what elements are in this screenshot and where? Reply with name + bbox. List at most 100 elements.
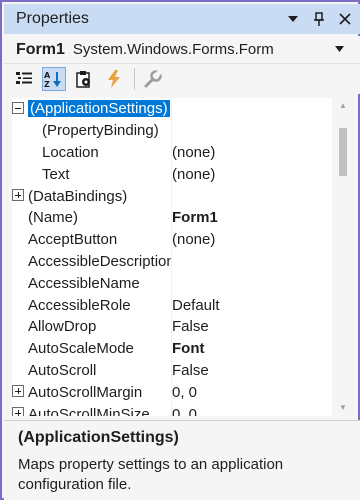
chevron-down-icon: [335, 46, 344, 52]
description-title: (ApplicationSettings): [18, 429, 179, 446]
description-pane: (ApplicationSettings) Maps property sett…: [4, 420, 360, 500]
property-row[interactable]: AutoScrollMargin 0, 0: [12, 381, 332, 404]
svg-text:A: A: [44, 71, 51, 80]
properties-button[interactable]: [72, 67, 96, 91]
property-name-label: AllowDrop: [28, 318, 97, 336]
property-value[interactable]: [171, 119, 332, 142]
property-name-label: AccessibleName: [28, 274, 140, 292]
property-name[interactable]: AutoScrollMargin: [28, 381, 172, 403]
property-name-label: (ApplicationSettings): [28, 100, 170, 118]
property-name-label: AccessibleDescription: [28, 252, 172, 270]
property-value[interactable]: 0, 0: [171, 403, 332, 416]
property-pages-button[interactable]: [141, 67, 165, 91]
categorized-button[interactable]: [12, 67, 36, 91]
property-toolbar: A Z: [4, 64, 360, 94]
property-name-label: Location: [42, 143, 99, 161]
alphabetical-button[interactable]: A Z: [42, 67, 66, 91]
expand-icon[interactable]: [12, 407, 24, 416]
scroll-down-icon[interactable]: ▼: [339, 404, 347, 412]
property-value[interactable]: [171, 185, 332, 207]
property-name-label: AutoScrollMinSize: [28, 405, 150, 416]
property-value[interactable]: False: [171, 315, 332, 338]
property-value[interactable]: (none): [171, 163, 332, 186]
properties-window: Properties Form1 System.Windows.Forms.Fo…: [0, 0, 360, 500]
property-row[interactable]: Text (none): [12, 163, 332, 186]
vertical-scrollbar[interactable]: ▲ ▼: [336, 98, 350, 416]
property-row[interactable]: AllowDrop False: [12, 315, 332, 338]
object-name: Form1: [16, 40, 65, 58]
property-name[interactable]: AccessibleName: [28, 272, 172, 294]
close-button[interactable]: [334, 8, 356, 30]
object-dropdown-arrow[interactable]: [335, 44, 344, 55]
property-row[interactable]: AccessibleRole Default: [12, 294, 332, 316]
property-name-label: (PropertyBinding): [42, 122, 159, 140]
property-value[interactable]: Default: [171, 294, 332, 316]
alphabetical-icon: A Z: [44, 71, 61, 88]
property-row[interactable]: (PropertyBinding): [12, 119, 332, 142]
title-bar[interactable]: Properties: [4, 4, 360, 34]
property-name[interactable]: AutoScroll: [28, 360, 172, 382]
property-value[interactable]: [171, 250, 332, 273]
toolbar-separator: [134, 68, 135, 90]
property-name[interactable]: AccessibleDescription: [28, 251, 172, 273]
property-name[interactable]: Text: [42, 163, 186, 185]
property-value[interactable]: Font: [171, 337, 332, 360]
property-name[interactable]: (Name): [28, 207, 172, 229]
property-row[interactable]: (DataBindings): [12, 185, 332, 207]
property-name[interactable]: (PropertyBinding): [42, 120, 186, 142]
chevron-down-icon: [288, 16, 298, 22]
property-name-label: AcceptButton: [28, 231, 118, 249]
property-row[interactable]: (Name) Form1: [12, 206, 332, 229]
property-name[interactable]: (DataBindings): [28, 185, 172, 207]
property-grid[interactable]: (ApplicationSettings) (PropertyBinding) Lo…: [12, 98, 332, 416]
property-row[interactable]: AutoScaleMode Font: [12, 337, 332, 360]
property-row[interactable]: Location (none): [12, 141, 332, 164]
property-name-label: Text: [42, 165, 70, 183]
property-name[interactable]: AllowDrop: [28, 316, 172, 338]
close-icon: [339, 13, 351, 25]
property-name-label: AutoScrollMargin: [28, 383, 143, 401]
pin-button[interactable]: [308, 8, 330, 30]
property-row[interactable]: AutoScroll False: [12, 359, 332, 382]
property-value[interactable]: 0, 0: [171, 381, 332, 404]
property-row[interactable]: AcceptButton (none): [12, 228, 332, 251]
window-title: Properties: [16, 10, 89, 27]
property-row[interactable]: AccessibleName: [12, 272, 332, 295]
property-name-label: (DataBindings): [28, 187, 128, 205]
expand-icon[interactable]: [12, 189, 24, 202]
expand-icon[interactable]: [12, 385, 24, 398]
property-value[interactable]: Form1: [171, 206, 332, 229]
property-name-label: (Name): [28, 209, 79, 227]
properties-icon: [76, 71, 90, 88]
property-row[interactable]: AccessibleDescription: [12, 250, 332, 273]
pin-icon: [314, 12, 324, 26]
wrench-icon: [144, 70, 162, 88]
property-value[interactable]: False: [171, 359, 332, 382]
property-value[interactable]: (none): [171, 228, 332, 251]
collapse-icon[interactable]: [12, 102, 24, 114]
property-name[interactable]: AccessibleRole: [28, 294, 172, 316]
object-selector[interactable]: Form1 System.Windows.Forms.Form: [4, 36, 360, 64]
svg-text:Z: Z: [44, 80, 50, 88]
object-type: System.Windows.Forms.Form: [72, 41, 274, 58]
lightning-icon: [108, 70, 120, 88]
property-value[interactable]: [171, 98, 332, 120]
property-name[interactable]: Location: [42, 142, 186, 164]
property-row[interactable]: AutoScrollMinSize 0, 0: [12, 403, 332, 416]
property-name-label: AutoScaleMode: [28, 340, 134, 358]
scroll-up-icon[interactable]: ▲: [339, 102, 347, 110]
property-name-label: AutoScroll: [28, 361, 97, 379]
categorized-icon: [16, 72, 32, 84]
scrollbar-thumb[interactable]: [339, 128, 347, 176]
property-name[interactable]: (ApplicationSettings): [28, 98, 172, 120]
window-dropdown-button[interactable]: [282, 8, 304, 30]
events-button[interactable]: [102, 67, 126, 91]
property-row[interactable]: (ApplicationSettings): [12, 98, 332, 120]
description-text: Maps property settings to an application…: [18, 456, 284, 493]
property-value[interactable]: [171, 272, 332, 295]
property-name-label: AccessibleRole: [28, 296, 131, 314]
property-name[interactable]: AcceptButton: [28, 229, 172, 251]
property-name[interactable]: AutoScaleMode: [28, 338, 172, 360]
property-value[interactable]: (none): [171, 141, 332, 164]
property-name[interactable]: AutoScrollMinSize: [28, 403, 172, 416]
